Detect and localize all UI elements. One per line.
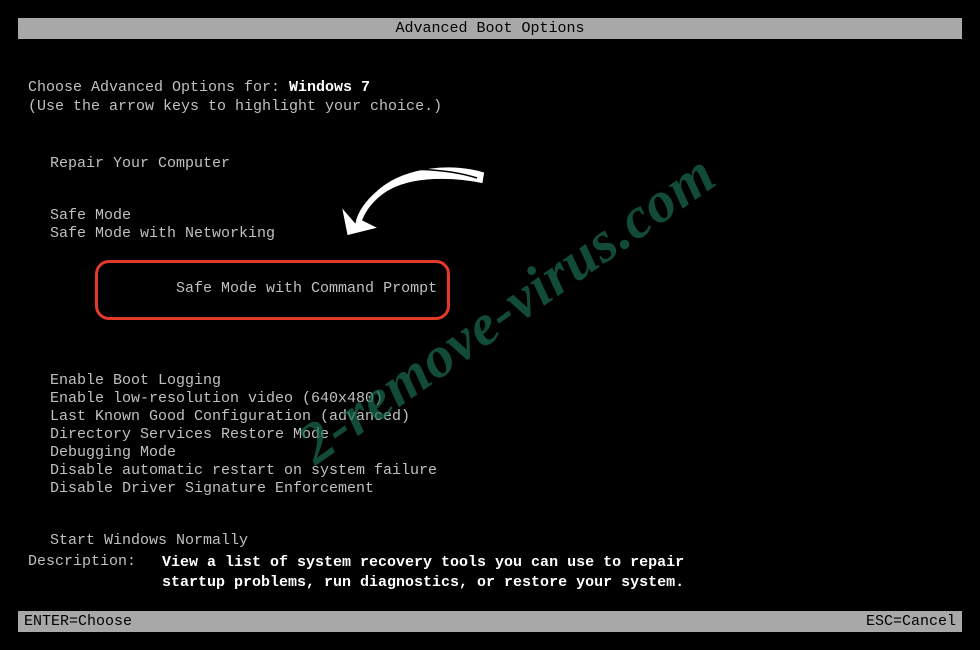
menu-item-repair[interactable]: Repair Your Computer — [50, 155, 962, 172]
os-name: Windows 7 — [289, 79, 370, 96]
nav-hint: (Use the arrow keys to highlight your ch… — [18, 98, 962, 115]
footer-bar: ENTER=Choose ESC=Cancel — [18, 611, 962, 632]
description-text: View a list of system recovery tools you… — [162, 553, 722, 592]
description-label: Description: — [28, 553, 162, 592]
highlight-circle-icon: Safe Mode with Command Prompt — [95, 260, 450, 320]
screen-title: Advanced Boot Options — [395, 20, 584, 37]
menu-item-no-auto-restart[interactable]: Disable automatic restart on system fail… — [50, 462, 962, 479]
menu-item-dsrm[interactable]: Directory Services Restore Mode — [50, 426, 962, 443]
footer-esc: ESC=Cancel — [866, 613, 956, 630]
description-block: Description: View a list of system recov… — [28, 553, 952, 592]
menu-item-safe-mode-cmd[interactable]: Safe Mode with Command Prompt — [50, 243, 962, 337]
menu-item-start-normal[interactable]: Start Windows Normally — [50, 532, 962, 549]
menu-item-low-res[interactable]: Enable low-resolution video (640x480) — [50, 390, 962, 407]
menu-item-lkgc[interactable]: Last Known Good Configuration (advanced) — [50, 408, 962, 425]
menu-item-safe-mode-networking[interactable]: Safe Mode with Networking — [50, 225, 962, 242]
boot-options-screen: Advanced Boot Options Choose Advanced Op… — [18, 18, 962, 632]
menu-item-no-drv-sig[interactable]: Disable Driver Signature Enforcement — [50, 480, 962, 497]
prompt-prefix: Choose Advanced Options for: — [28, 79, 289, 96]
footer-enter: ENTER=Choose — [24, 613, 132, 630]
boot-menu: Repair Your Computer Safe Mode Safe Mode… — [18, 155, 962, 549]
menu-item-debug[interactable]: Debugging Mode — [50, 444, 962, 461]
menu-item-boot-logging[interactable]: Enable Boot Logging — [50, 372, 962, 389]
menu-item-safe-mode[interactable]: Safe Mode — [50, 207, 962, 224]
title-bar: Advanced Boot Options — [18, 18, 962, 39]
prompt-line: Choose Advanced Options for: Windows 7 — [18, 79, 962, 96]
